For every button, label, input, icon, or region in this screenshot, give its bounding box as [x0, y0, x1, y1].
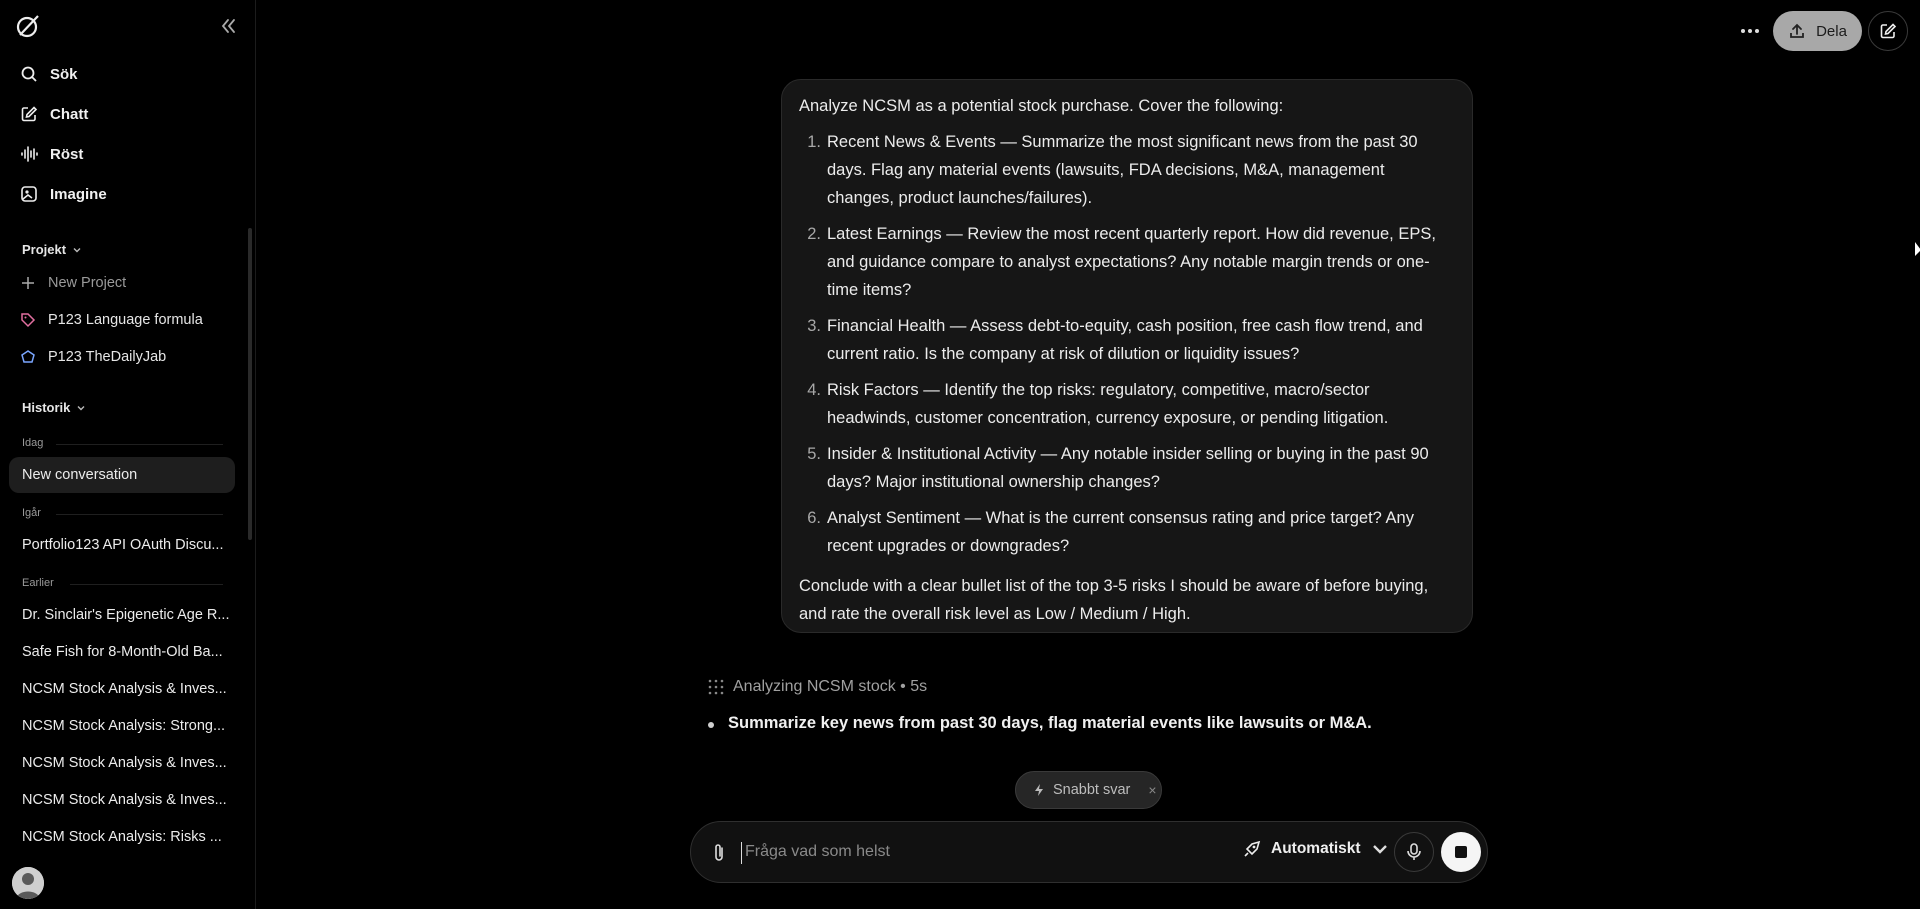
- app-logo-icon[interactable]: [15, 13, 41, 39]
- new-chat-button[interactable]: [1868, 11, 1908, 51]
- sidebar-item-label: Sök: [50, 65, 78, 83]
- list-item: 3. Financial Health — Assess debt-to-equi…: [799, 312, 1456, 368]
- new-project-button[interactable]: New Project: [14, 268, 244, 298]
- thinking-dots-icon: [708, 679, 724, 695]
- conversation-item[interactable]: NCSM Stock Analysis & Inves...: [9, 782, 235, 818]
- message-list: 1. Recent News & Events — Summarize the m…: [799, 128, 1456, 560]
- stop-button[interactable]: [1441, 832, 1481, 872]
- chat-edit-icon: [21, 106, 38, 122]
- sidebar-item-label: Imagine: [50, 185, 107, 203]
- history-heading: Historik: [22, 400, 71, 415]
- list-item: 5. Insider & Institutional Activity — Any…: [799, 440, 1456, 496]
- conversation-item[interactable]: Portfolio123 API OAuth Discu...: [9, 527, 235, 563]
- chip-label: Snabbt svar: [1053, 782, 1131, 798]
- chevron-down-icon: [77, 405, 85, 410]
- project-label: P123 TheDailyJab: [48, 349, 167, 365]
- sidebar: Sök Chatt Röst Imagine Projekt New Proje…: [0, 0, 256, 909]
- list-number: 4.: [807, 381, 821, 399]
- divider: [56, 514, 223, 515]
- sidebar-item-label: Chatt: [50, 105, 89, 123]
- list-number: 3.: [807, 317, 821, 335]
- list-text: Risk Factors — Identify the top risks: r…: [827, 381, 1389, 427]
- list-text: Analyst Sentiment — What is the current …: [827, 509, 1414, 555]
- thinking-status[interactable]: Analyzing NCSM stock • 5s: [707, 678, 927, 696]
- projects-heading: Projekt: [22, 242, 67, 257]
- conversation-item[interactable]: NCSM Stock Analysis & Inves...: [9, 745, 235, 781]
- avatar[interactable]: [12, 867, 44, 899]
- share-label: Dela: [1816, 22, 1847, 40]
- message-intro: Analyze NCSM as a potential stock purcha…: [799, 97, 1284, 115]
- plus-icon: [22, 277, 34, 289]
- stop-icon: [1455, 846, 1467, 858]
- thinking-label: Analyzing NCSM stock • 5s: [733, 678, 928, 695]
- rocket-icon: [1244, 840, 1261, 857]
- collapse-sidebar-icon[interactable]: [216, 15, 240, 37]
- list-number: 5.: [807, 445, 821, 463]
- app-root: Sök Chatt Röst Imagine Projekt New Proje…: [0, 0, 1920, 909]
- user-message: Analyze NCSM as a potential stock purcha…: [781, 79, 1473, 633]
- conversation-item[interactable]: NCSM Stock Analysis & Inves...: [9, 671, 235, 707]
- composer: Automatiskt: [690, 821, 1488, 883]
- more-options-icon[interactable]: [1738, 16, 1762, 46]
- microphone-icon: [1407, 843, 1421, 860]
- sidebar-scrollbar[interactable]: [248, 228, 252, 540]
- conversation-item[interactable]: NCSM Stock Analysis: Strong...: [9, 708, 235, 744]
- divider: [56, 444, 223, 445]
- thinking-step: Summarize key news from past 30 days, fl…: [708, 714, 1372, 733]
- chevron-down-icon: [73, 247, 81, 252]
- lightning-icon: [1035, 784, 1043, 796]
- gem-icon: [21, 350, 35, 363]
- close-icon[interactable]: ×: [1148, 782, 1156, 798]
- project-item-thedailyjab[interactable]: P123 TheDailyJab: [14, 342, 244, 372]
- message-outro: Conclude with a clear bullet list of the…: [799, 577, 1429, 623]
- chevron-down-icon: [1372, 845, 1387, 854]
- project-label: New Project: [48, 275, 127, 291]
- edit-icon: [1880, 23, 1897, 39]
- conversation-item[interactable]: New conversation: [9, 457, 235, 493]
- conversation-item[interactable]: Dr. Sinclair's Epigenetic Age R...: [9, 597, 235, 633]
- mouse-pointer-icon: [1915, 242, 1920, 256]
- list-number: 1.: [807, 133, 821, 151]
- project-label: P123 Language formula: [48, 312, 203, 328]
- search-icon: [21, 66, 37, 82]
- quick-answer-chip[interactable]: Snabbt svar ×: [1015, 771, 1162, 809]
- sidebar-item-chat[interactable]: Chatt: [14, 97, 244, 131]
- history-section-toggle[interactable]: Historik: [22, 400, 86, 415]
- sidebar-item-voice[interactable]: Röst: [14, 137, 244, 171]
- history-group-label: Idag: [22, 437, 44, 449]
- list-number: 2.: [807, 225, 821, 243]
- list-item: 4. Risk Factors — Identify the top risks:…: [799, 376, 1456, 432]
- sidebar-item-imagine[interactable]: Imagine: [14, 177, 244, 211]
- thinking-step-text: Summarize key news from past 30 days, fl…: [728, 714, 1372, 732]
- conversation-item[interactable]: NCSM Stock Analysis: Risks ...: [9, 819, 235, 855]
- projects-section-toggle[interactable]: Projekt: [22, 242, 82, 257]
- list-text: Insider & Institutional Activity — Any n…: [827, 445, 1429, 491]
- microphone-button[interactable]: [1394, 832, 1434, 872]
- history-group-label: Igår: [22, 507, 41, 519]
- paperclip-icon[interactable]: [709, 842, 729, 864]
- sidebar-item-search[interactable]: Sök: [14, 57, 244, 91]
- list-text: Financial Health — Assess debt-to-equity…: [827, 317, 1423, 363]
- tag-icon: [21, 313, 36, 328]
- conversation-item[interactable]: Safe Fish for 8-Month-Old Ba...: [9, 634, 235, 670]
- message-input[interactable]: [741, 836, 1181, 868]
- mode-label: Automatiskt: [1271, 840, 1361, 857]
- sidebar-item-label: Röst: [50, 145, 84, 163]
- list-text: Recent News & Events — Summarize the mos…: [827, 133, 1418, 207]
- share-button[interactable]: Dela: [1773, 11, 1862, 51]
- history-group-label: Earlier: [22, 577, 54, 589]
- imagine-icon: [21, 186, 37, 202]
- list-item: 6. Analyst Sentiment — What is the curren…: [799, 504, 1456, 560]
- list-number: 6.: [807, 509, 821, 527]
- list-item: 1. Recent News & Events — Summarize the m…: [799, 128, 1456, 212]
- bullet-dot: [708, 722, 714, 728]
- upload-icon: [1790, 23, 1804, 38]
- list-text: Latest Earnings — Review the most recent…: [827, 225, 1436, 299]
- divider: [70, 584, 223, 585]
- list-item: 2. Latest Earnings — Review the most rece…: [799, 220, 1456, 304]
- mode-selector[interactable]: Automatiskt: [1243, 840, 1389, 858]
- voice-waveform-icon: [21, 146, 38, 162]
- project-item-language-formula[interactable]: P123 Language formula: [14, 305, 244, 335]
